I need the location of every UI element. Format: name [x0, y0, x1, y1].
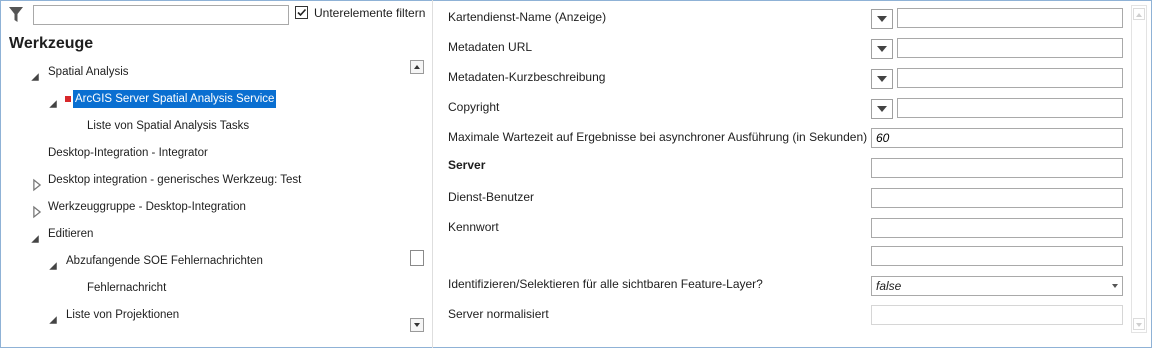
max-wait-time-input[interactable] — [871, 128, 1123, 148]
metadata-summary-dropdown-button[interactable] — [871, 69, 893, 89]
metadata-url-input[interactable] — [897, 38, 1123, 58]
panel-title: Werkzeuge — [9, 35, 94, 52]
filter-icon[interactable] — [9, 7, 23, 23]
expanded-arrow-icon[interactable] — [30, 68, 40, 86]
arrow-down-icon — [1136, 323, 1142, 327]
filter-subelements-checkbox[interactable] — [295, 6, 308, 19]
property-label-password: Kennwort — [448, 220, 499, 234]
expanded-arrow-icon[interactable] — [48, 95, 58, 113]
property-label-server-normalized: Server normalisiert — [448, 307, 549, 321]
metadata-summary-input[interactable] — [897, 68, 1123, 88]
service-name-dropdown-button[interactable] — [871, 9, 893, 29]
tree-node-label: Desktop integration - generisches Werkze… — [48, 174, 302, 186]
tree-scrollbar[interactable] — [410, 60, 426, 332]
tree-node-label: Abzufangende SOE Fehlernachrichten — [66, 255, 263, 267]
tree-node-label: Fehlernachricht — [87, 282, 167, 294]
tree-node-label: Desktop-Integration - Integrator — [48, 147, 208, 159]
dropdown-arrow-icon — [877, 106, 887, 112]
modified-marker-icon — [65, 96, 71, 102]
scroll-up-button[interactable] — [410, 60, 424, 74]
tree-node-label: Spatial Analysis — [48, 66, 129, 78]
copyright-input[interactable] — [897, 98, 1123, 118]
panel-splitter[interactable] — [432, 0, 433, 348]
service-user-input[interactable] — [871, 188, 1123, 208]
property-label-service-name: Kartendienst-Name (Anzeige) — [448, 10, 607, 24]
copyright-dropdown-button[interactable] — [871, 99, 893, 119]
dropdown-arrow-icon — [877, 16, 887, 22]
property-label-service-user: Dienst-Benutzer — [448, 190, 535, 204]
property-label-identify-all-layers: Identifizieren/Selektieren für alle sich… — [448, 277, 763, 291]
scroll-up-button[interactable] — [1133, 8, 1145, 20]
arrow-up-icon — [414, 65, 420, 69]
identify-all-layers-combobox[interactable]: false — [871, 276, 1123, 296]
server-normalized-input — [871, 305, 1123, 325]
dropdown-arrow-icon — [877, 76, 887, 82]
metadata-url-dropdown-button[interactable] — [871, 39, 893, 59]
tree-node-label: ArcGIS Server Spatial Analysis Service — [73, 90, 277, 108]
scroll-thumb[interactable] — [410, 250, 424, 266]
tree-node-label: Liste von Projektionen — [66, 309, 180, 321]
property-label-server: Server — [448, 158, 486, 172]
scroll-down-button[interactable] — [1133, 318, 1145, 330]
scroll-down-button[interactable] — [410, 318, 424, 332]
tree-node-label: Werkzeuggruppe - Desktop-Integration — [48, 201, 246, 213]
password-input[interactable] — [871, 218, 1123, 238]
dropdown-arrow-icon — [877, 46, 887, 52]
property-label-metadata-summary: Metadaten-Kurzbeschreibung — [448, 70, 606, 84]
server-input[interactable] — [871, 158, 1123, 178]
arrow-up-icon — [1136, 13, 1142, 17]
collapsed-arrow-icon[interactable] — [32, 203, 42, 221]
expanded-arrow-icon[interactable] — [48, 311, 58, 329]
combobox-value: false — [876, 279, 902, 293]
tree-node-label: Liste von Spatial Analysis Tasks — [87, 120, 250, 132]
property-label-metadata-url: Metadaten URL — [448, 40, 533, 54]
expanded-arrow-icon[interactable] — [30, 230, 40, 248]
property-label-max-wait-time: Maximale Wartezeit auf Ergebnisse bei as… — [448, 130, 868, 144]
property-grid-scrollbar[interactable] — [1131, 5, 1147, 333]
property-label-copyright: Copyright — [448, 100, 500, 114]
tree-node-label: Editieren — [48, 228, 94, 240]
checkmark-icon — [297, 8, 307, 17]
service-name-input[interactable] — [897, 8, 1123, 28]
dropdown-arrow-icon — [1112, 284, 1118, 288]
collapsed-arrow-icon[interactable] — [32, 176, 42, 194]
password-confirm-input[interactable] — [871, 246, 1123, 266]
expanded-arrow-icon[interactable] — [48, 257, 58, 275]
filter-input[interactable] — [33, 5, 289, 25]
filter-subelements-label: Unterelemente filtern — [314, 6, 426, 20]
arrow-down-icon — [414, 323, 420, 327]
